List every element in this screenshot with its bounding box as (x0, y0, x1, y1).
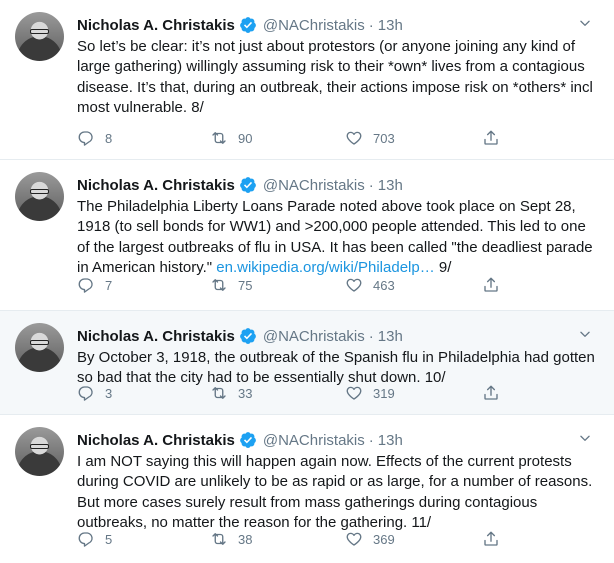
verified-badge-icon (239, 328, 256, 344)
chevron-down-icon[interactable] (578, 431, 592, 445)
retweet-count: 33 (238, 385, 253, 401)
like-button[interactable]: 319 (345, 384, 395, 402)
retweet-icon (212, 533, 226, 545)
tweet[interactable]: Nicholas A. Christakis @NAChristakis · 1… (0, 160, 614, 311)
verified-badge-icon (239, 17, 256, 33)
tweet-header: Nicholas A. Christakis @NAChristakis · 1… (77, 14, 403, 36)
reply-count: 8 (105, 130, 113, 146)
timestamp[interactable]: 13h (378, 177, 403, 194)
chevron-down-icon[interactable] (578, 16, 592, 30)
reply-icon (78, 532, 93, 547)
author-handle[interactable]: @NAChristakis (263, 328, 365, 345)
tweet-text-content: By October 3, 1918, the outbreak of the … (77, 349, 595, 387)
share-icon (484, 130, 498, 145)
avatar[interactable] (15, 12, 64, 61)
tweet-actions: 3 33 319 (77, 384, 517, 404)
share-button[interactable] (482, 276, 500, 294)
share-icon (484, 531, 498, 546)
avatar[interactable] (15, 172, 64, 221)
author-handle[interactable]: @NAChristakis (263, 177, 365, 194)
tweet-actions: 7 75 463 (77, 276, 517, 296)
retweet-icon (212, 279, 226, 291)
reply-button[interactable]: 3 (77, 384, 112, 402)
wikipedia-link[interactable]: en.wikipedia.org/wiki/Philadelp… (216, 259, 434, 276)
author-handle[interactable]: @NAChristakis (263, 17, 365, 34)
retweet-count: 38 (238, 531, 253, 547)
tweet-actions: 8 90 703 (77, 129, 517, 149)
heart-icon (346, 278, 362, 292)
separator: · (368, 327, 374, 345)
reply-count: 5 (105, 531, 113, 547)
retweet-icon (212, 387, 226, 399)
reply-icon (78, 278, 93, 293)
tweet-text: By October 3, 1918, the outbreak of the … (77, 348, 597, 389)
tweet-header: Nicholas A. Christakis @NAChristakis · 1… (77, 174, 403, 196)
like-count: 703 (373, 130, 395, 146)
retweet-count: 75 (238, 277, 253, 293)
tweet-text: The Philadelphia Liberty Loans Parade no… (77, 197, 597, 279)
retweet-button[interactable]: 38 (210, 530, 252, 548)
tweet-text: So let’s be clear: it’s not just about p… (77, 37, 597, 119)
tweet-text-content: So let’s be clear: it’s not just about p… (77, 38, 593, 117)
retweet-button[interactable]: 33 (210, 384, 252, 402)
reply-count: 3 (105, 385, 113, 401)
chevron-down-icon[interactable] (578, 327, 592, 341)
like-button[interactable]: 463 (345, 276, 395, 294)
separator: · (368, 176, 374, 194)
share-button[interactable] (482, 384, 500, 402)
retweet-button[interactable]: 75 (210, 276, 252, 294)
verified-badge-icon (239, 432, 256, 448)
tweet-text-content: I am NOT saying this will happen again n… (77, 453, 593, 532)
reply-icon (78, 386, 93, 401)
reply-count: 7 (105, 277, 113, 293)
separator: · (368, 431, 374, 449)
tweet-text: I am NOT saying this will happen again n… (77, 452, 597, 534)
author-name[interactable]: Nicholas A. Christakis (77, 328, 235, 345)
share-icon (484, 385, 498, 400)
like-button[interactable]: 369 (345, 530, 395, 548)
author-name[interactable]: Nicholas A. Christakis (77, 17, 235, 34)
author-name[interactable]: Nicholas A. Christakis (77, 177, 235, 194)
share-button[interactable] (482, 129, 500, 147)
tweet-actions: 5 38 369 (77, 530, 517, 550)
heart-icon (346, 131, 362, 145)
like-count: 369 (373, 531, 395, 547)
tweet-header: Nicholas A. Christakis @NAChristakis · 1… (77, 325, 403, 347)
avatar[interactable] (15, 427, 64, 476)
author-handle[interactable]: @NAChristakis (263, 432, 365, 449)
like-count: 319 (373, 385, 395, 401)
reply-button[interactable]: 7 (77, 276, 112, 294)
avatar[interactable] (15, 323, 64, 372)
separator: · (368, 16, 374, 34)
author-name[interactable]: Nicholas A. Christakis (77, 432, 235, 449)
verified-badge-icon (239, 177, 256, 193)
tweet-header: Nicholas A. Christakis @NAChristakis · 1… (77, 429, 403, 451)
tweet[interactable]: Nicholas A. Christakis @NAChristakis · 1… (0, 415, 614, 563)
tweet-text-suffix: 9/ (434, 259, 452, 277)
tweet[interactable]: Nicholas A. Christakis @NAChristakis · 1… (0, 311, 614, 415)
timestamp[interactable]: 13h (378, 432, 403, 449)
reply-button[interactable]: 8 (77, 129, 112, 147)
retweet-count: 90 (238, 130, 253, 146)
reply-button[interactable]: 5 (77, 530, 112, 548)
heart-icon (346, 386, 362, 400)
share-button[interactable] (482, 530, 500, 548)
share-icon (484, 277, 498, 292)
timestamp[interactable]: 13h (378, 328, 403, 345)
reply-icon (78, 131, 93, 146)
timestamp[interactable]: 13h (378, 17, 403, 34)
heart-icon (346, 532, 362, 546)
tweet[interactable]: Nicholas A. Christakis @NAChristakis · 1… (0, 0, 614, 160)
like-button[interactable]: 703 (345, 129, 395, 147)
retweet-icon (212, 132, 226, 144)
retweet-button[interactable]: 90 (210, 129, 252, 147)
like-count: 463 (373, 277, 395, 293)
